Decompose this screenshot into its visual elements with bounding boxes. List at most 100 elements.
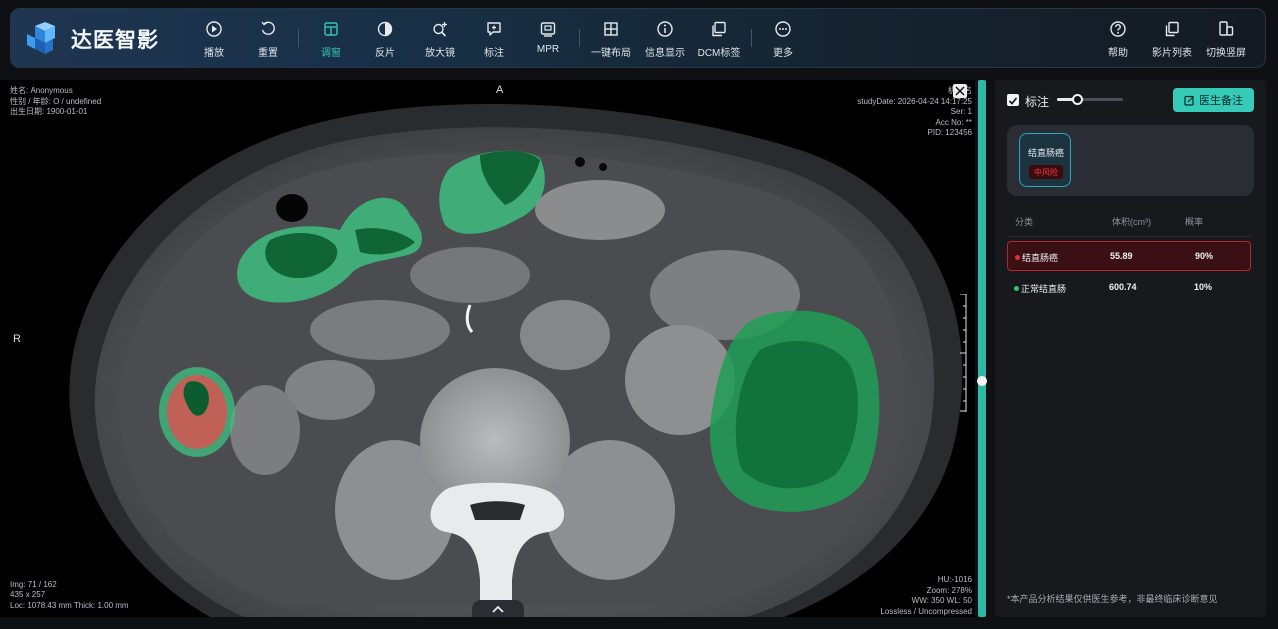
institution-name: 机构名	[772, 86, 972, 97]
mpr-button[interactable]: MPR	[533, 19, 563, 61]
annotation-button[interactable]: 标注	[479, 19, 509, 61]
table-row-normal-colon[interactable]: 正常结直肠 600.74 10%	[1007, 273, 1251, 303]
chevron-up-icon	[492, 605, 504, 613]
compression-info: Lossless / Uncompressed	[880, 606, 972, 616]
display-settings-info: HU:-1016 Zoom: 278% WW: 350 WL: 50 Lossl…	[812, 575, 972, 617]
table-header-divider	[1007, 236, 1251, 237]
checkmark-icon	[1008, 97, 1018, 105]
zoom-level: Zoom: 278%	[926, 585, 972, 595]
annotation-toggle-label: 标注	[1025, 95, 1050, 109]
portrait-switch-icon	[1216, 19, 1236, 39]
hu-value: HU:-1016	[937, 575, 972, 584]
image-position-info: Img: 71 / 162 435 x 257 Loc: 1078.43 mm …	[10, 580, 129, 612]
analysis-panel: 标注 医生备注 结直肠癌 中风险 分类 体积(cm³) 概率 结直肠癌 55.8…	[995, 80, 1266, 617]
orientation-top-label: A	[496, 84, 504, 96]
finding-chip[interactable]: 结直肠癌 中风险	[1019, 133, 1071, 187]
window-level-button[interactable]: 调窗	[316, 19, 346, 61]
doctor-note-label: 医生备注	[1199, 95, 1243, 107]
info-display-button[interactable]: 信息显示	[645, 19, 685, 61]
info-display-label: 信息显示	[645, 48, 685, 59]
reset-icon	[258, 19, 278, 39]
logo-cube-icon	[25, 22, 59, 56]
annotation-opacity-slider[interactable]	[1057, 94, 1123, 105]
app-title: 达医智影	[71, 29, 159, 52]
invert-button[interactable]: 反片	[370, 19, 400, 61]
table-row-colorectal-cancer[interactable]: 结直肠癌 55.89 90%	[1007, 241, 1251, 271]
portrait-switch-label: 切换竖屏	[1206, 48, 1246, 59]
toolbar-divider	[579, 29, 580, 47]
image-viewport[interactable]: 姓名: Anonymous 性别 / 年龄: O / undefined 出生日…	[0, 80, 975, 617]
more-icon	[773, 19, 793, 39]
accession-number: Acc No: **	[935, 117, 972, 127]
row-volume: 600.74	[1109, 282, 1137, 292]
expand-panel-button[interactable]	[472, 600, 524, 617]
window-level-label: 调窗	[321, 48, 341, 59]
play-label: 播放	[204, 48, 224, 59]
toolbar-divider	[751, 29, 752, 47]
magnifier-icon	[430, 19, 450, 39]
film-list-icon	[1162, 19, 1182, 39]
dcm-tags-button[interactable]: DCM标签	[697, 19, 741, 61]
row-category: 正常结直肠	[1021, 284, 1067, 294]
window-width-level: WW: 350 WL: 50	[911, 596, 972, 605]
slice-scrollbar-thumb[interactable]	[977, 376, 987, 386]
layout-grid-icon	[601, 19, 621, 39]
help-label: 帮助	[1108, 48, 1128, 59]
image-matrix: 435 x 257	[10, 590, 46, 599]
help-button[interactable]: 帮助	[1103, 19, 1133, 61]
image-index: Img: 71 / 162	[10, 579, 57, 589]
slice-location: Loc: 1078.43 mm Thick: 1.00 mm	[10, 600, 129, 610]
more-button[interactable]: 更多	[768, 19, 798, 61]
film-list-label: 影片列表	[1152, 48, 1192, 59]
toolbar-divider	[298, 29, 299, 47]
opacity-slider-thumb[interactable]	[1072, 94, 1083, 105]
play-button[interactable]: 播放	[199, 19, 229, 61]
disclaimer-text: *本产品分析结果仅供医生参考，非最终临床诊断意见	[1007, 594, 1218, 604]
slice-scrollbar[interactable]	[978, 80, 986, 617]
doctor-note-button[interactable]: 医生备注	[1173, 88, 1254, 112]
patient-id: PID: 123456	[927, 128, 972, 137]
status-dot	[1015, 255, 1020, 260]
help-icon	[1108, 19, 1128, 39]
column-header-category: 分类	[1015, 217, 1034, 227]
column-header-volume: 体积(cm³)	[1112, 217, 1151, 227]
orientation-left-label: R	[13, 333, 21, 345]
more-label: 更多	[773, 48, 793, 59]
series-number: Ser: 1	[950, 107, 972, 116]
edit-note-icon	[1184, 95, 1194, 106]
magnifier-label: 放大镜	[425, 48, 455, 59]
play-icon	[204, 19, 224, 39]
annotation-icon	[484, 19, 504, 39]
mpr-icon	[538, 19, 558, 39]
patient-info: 姓名: Anonymous 性别 / 年龄: O / undefined 出生日…	[10, 86, 101, 118]
close-overlay-icon[interactable]	[953, 84, 967, 98]
scale-ruler	[960, 294, 967, 412]
reset-label: 重置	[258, 48, 278, 59]
status-dot	[1014, 286, 1019, 291]
top-toolbar: 达医智影 播放 重置 调窗 反片 放大镜 标注 MPR 一键布局 信息显示 DC…	[10, 8, 1266, 68]
dcm-tags-label: DCM标签	[697, 48, 741, 59]
risk-badge: 中风险	[1029, 165, 1063, 179]
portrait-switch-button[interactable]: 切换竖屏	[1206, 19, 1246, 61]
patient-sex-age: 性别 / 年龄: O / undefined	[10, 96, 102, 106]
study-info: 机构名 studyDate: 2026-04-24 14:17:25 Ser: …	[772, 86, 972, 139]
annotation-label: 标注	[484, 48, 504, 59]
row-category: 结直肠癌	[1022, 253, 1059, 263]
finding-name: 结直肠癌	[1027, 148, 1064, 158]
window-level-icon	[321, 19, 341, 39]
brand-logo: 达医智影	[25, 21, 159, 57]
annotation-checkbox[interactable]	[1007, 94, 1019, 106]
row-volume: 55.89	[1110, 251, 1133, 261]
magnifier-button[interactable]: 放大镜	[421, 19, 459, 61]
ct-slice-image	[0, 80, 975, 617]
layout-button[interactable]: 一键布局	[591, 19, 631, 61]
patient-dob: 出生日期: 1900-01-01	[10, 107, 88, 116]
row-probability: 90%	[1195, 251, 1214, 261]
reset-button[interactable]: 重置	[253, 19, 283, 61]
column-header-probability: 概率	[1185, 217, 1204, 227]
film-list-button[interactable]: 影片列表	[1152, 19, 1192, 61]
row-probability: 10%	[1194, 282, 1213, 292]
info-icon	[655, 19, 675, 39]
finding-summary-card: 结直肠癌 中风险	[1007, 125, 1254, 196]
dcm-tags-icon	[709, 19, 729, 39]
